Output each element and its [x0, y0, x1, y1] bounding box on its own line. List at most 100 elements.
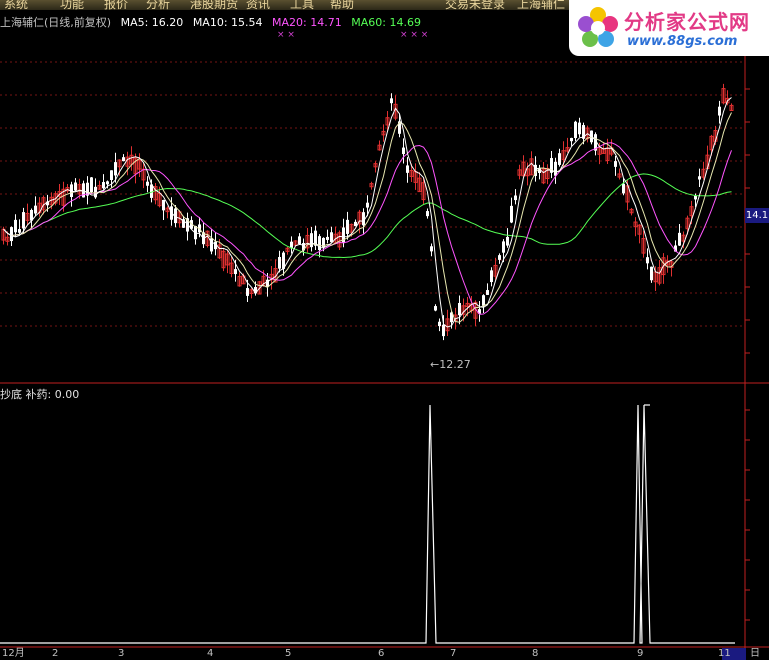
date-label: 2 [52, 648, 59, 659]
candle-body [330, 232, 333, 243]
candle-body [10, 227, 13, 242]
chart-canvas [0, 56, 769, 648]
indicator-name: 抄底 [0, 388, 22, 401]
date-label: 3 [118, 648, 125, 659]
candle-body [698, 176, 701, 180]
menu-item[interactable]: 港股期货 [190, 0, 238, 10]
candle-body [622, 183, 625, 194]
candle-body [366, 202, 369, 208]
date-label: 9 [637, 648, 644, 659]
menu-item[interactable]: 资讯 [246, 0, 270, 10]
menu-item[interactable]: 报价 [104, 0, 128, 10]
menu-item[interactable]: 系统 [4, 0, 28, 10]
candle-body [22, 212, 25, 229]
date-label: 4 [207, 648, 214, 659]
signal-mark: × × [277, 30, 295, 40]
date-label: 6 [378, 648, 385, 659]
candle-body [678, 232, 681, 246]
candle-body [406, 165, 409, 173]
ma20-label: MA20: 14.71 [272, 16, 342, 29]
ma20-line [3, 142, 732, 315]
menu-item[interactable]: 分析 [146, 0, 170, 10]
candle-body [514, 195, 517, 201]
candle-body [558, 153, 561, 165]
ma5-label: MA5: 16.20 [120, 16, 184, 29]
date-label: 5 [285, 648, 292, 659]
price-tag: 14.1 [745, 208, 769, 223]
candle-body [114, 162, 117, 176]
menu-item[interactable]: 功能 [60, 0, 84, 10]
candle-body [646, 257, 649, 264]
candle-body [490, 270, 493, 283]
candle-body [90, 177, 93, 193]
menu-item[interactable]: 交易未登录 [445, 0, 505, 10]
menu-item[interactable]: 工具 [290, 0, 314, 10]
candle-body [122, 157, 125, 162]
candle-body [570, 137, 573, 142]
candle-body [298, 236, 301, 244]
candle-body [498, 255, 501, 260]
indicator-lines [0, 404, 735, 644]
candle-body [390, 98, 393, 104]
ma60-label: MA60: 14.69 [351, 16, 421, 29]
indicator-legend: 抄底 补药: 0.00 [0, 386, 79, 402]
date-label: 日 [750, 648, 760, 659]
date-label: 7 [450, 648, 457, 659]
candle-body [434, 306, 437, 311]
candle-body [74, 182, 77, 191]
logo-url: www.88gs.com [627, 34, 738, 49]
candle-body [310, 233, 313, 248]
ma10-line [3, 112, 732, 323]
candle-body [458, 302, 461, 316]
candle-body [106, 181, 109, 185]
menu-item[interactable]: 上海辅仁 [517, 0, 565, 10]
candle-body [346, 219, 349, 234]
candle-body [650, 266, 653, 281]
candle-body [146, 181, 149, 186]
candle-body [614, 161, 617, 167]
candle-body [438, 321, 441, 327]
candle-body [110, 170, 113, 180]
candle-body [482, 295, 485, 306]
flower-logo-icon [578, 7, 618, 47]
candle-body [574, 121, 577, 139]
candle-body [718, 106, 721, 116]
candle-body [34, 205, 37, 214]
candle-body [246, 288, 249, 296]
candle-body [102, 182, 105, 189]
signal-mark: × × × [400, 30, 429, 40]
low-price-value: 12.27 [439, 358, 471, 371]
chart-legend: 上海辅仁(日线,前复权) MA5: 16.20 MA10: 15.54 MA20… [0, 14, 427, 30]
candle-body [426, 211, 429, 217]
candle-body [510, 205, 513, 223]
price-grid [0, 61, 745, 327]
candle-body [506, 236, 509, 246]
candlesticks [1, 83, 734, 341]
site-logo: 分析家公式网 www.88gs.com [569, 0, 769, 56]
candle-body [694, 195, 697, 200]
candle-body [162, 199, 165, 211]
low-price-label: ←12.27 [430, 358, 471, 371]
candle-body [342, 227, 345, 244]
candle-body [234, 269, 237, 275]
candle-body [442, 324, 445, 337]
candle-body [326, 236, 329, 240]
candle-body [502, 241, 505, 253]
candle-body [18, 229, 21, 233]
candle-body [578, 122, 581, 135]
candle-body [14, 219, 17, 233]
date-label: 11 [718, 648, 731, 659]
candle-body [554, 161, 557, 176]
chart-title: 上海辅仁(日线,前复权) [0, 16, 112, 29]
menu-item[interactable]: 帮助 [330, 0, 354, 10]
candle-body [278, 257, 281, 269]
date-label: 8 [532, 648, 539, 659]
date-label: 12月 [2, 648, 25, 659]
logo-title: 分析家公式网 [624, 10, 750, 34]
ma10-label: MA10: 15.54 [192, 16, 263, 29]
candle-body [402, 147, 405, 155]
indicator-line [0, 404, 735, 644]
candle-body [486, 290, 489, 295]
date-axis [0, 648, 769, 660]
indicator-value: 补药: 0.00 [25, 388, 80, 401]
